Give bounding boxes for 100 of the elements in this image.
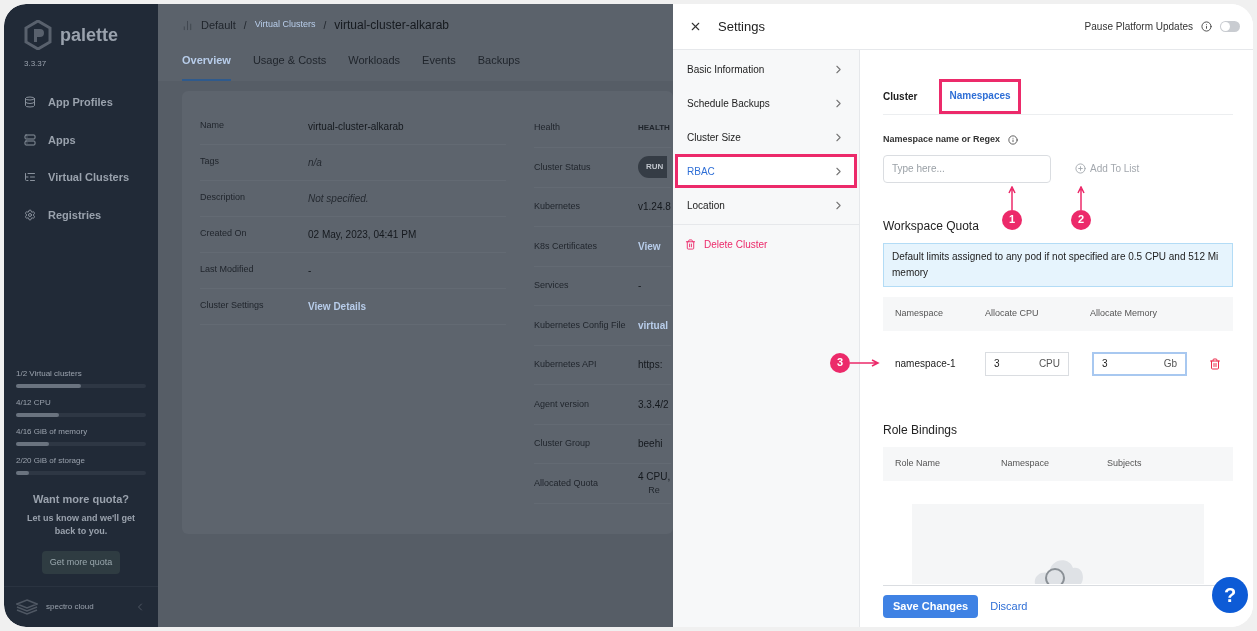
- close-icon[interactable]: [689, 20, 702, 33]
- field-label: Tags: [200, 155, 220, 169]
- column-header: Allocate CPU: [985, 306, 1040, 320]
- server-icon: [24, 133, 36, 146]
- field-label: Created On: [200, 227, 248, 241]
- promo-text: Let us know and we'll get back to you.: [25, 511, 137, 538]
- field-label: Health: [534, 121, 561, 134]
- field-value: https:: [638, 358, 663, 373]
- settings-nav-item[interactable]: Basic Information: [675, 52, 857, 86]
- step-marker: 2: [1071, 209, 1091, 230]
- usage-label: 1/2 Virtual clusters: [16, 368, 82, 380]
- info-note: Default limits assigned to any pod if not specified are 0.5 CPU and 512 Mi memory: [883, 242, 1233, 287]
- tab[interactable]: Namespaces: [939, 79, 1021, 114]
- field-label: Namespace name or Regex: [883, 133, 1001, 146]
- field-link[interactable]: View Details: [308, 298, 367, 314]
- field-label: K8s Certificates: [534, 239, 599, 253]
- logo-icon: [24, 20, 52, 50]
- tab[interactable]: Events: [422, 52, 456, 81]
- version-text: 3.3.37: [24, 58, 47, 70]
- info-icon[interactable]: [1201, 21, 1212, 32]
- field-value: -: [308, 263, 312, 278]
- field-label: Cluster Settings: [200, 299, 265, 313]
- tab[interactable]: Backups: [477, 52, 520, 81]
- settings-nav-item[interactable]: RBAC: [675, 154, 857, 188]
- section-title: Workspace Quota: [883, 217, 979, 235]
- namespace-input[interactable]: Type here...: [883, 154, 1051, 183]
- drawer-title: Settings: [718, 17, 765, 36]
- nav-item[interactable]: Virtual Clusters: [48, 169, 130, 186]
- footer-brand: spectro cloud: [46, 601, 94, 613]
- save-changes-button[interactable]: Save Changes: [883, 595, 979, 618]
- field-value: 3.3.4/2: [638, 397, 669, 412]
- column-header: Role Name: [895, 456, 942, 470]
- field-value: HEALTH: [638, 121, 670, 134]
- delete-cluster-button[interactable]: Delete Cluster: [685, 237, 768, 252]
- arrow-icon: [1008, 185, 1016, 210]
- tab[interactable]: Overview: [182, 52, 231, 81]
- brand-name: palette: [60, 23, 119, 47]
- column-header: Namespace: [1001, 456, 1051, 470]
- column-header: Namespace: [895, 306, 945, 320]
- field-value: -: [638, 279, 642, 294]
- usage-label: 2/20 GiB of storage: [16, 455, 85, 467]
- usage-label: 4/12 CPU: [16, 397, 51, 409]
- field-value: n/a: [308, 155, 322, 170]
- settings-nav-item[interactable]: Schedule Backups: [675, 86, 857, 120]
- section-title: Role Bindings: [883, 421, 958, 439]
- field-label: Description: [200, 191, 247, 205]
- pause-updates-label: Pause Platform Updates: [1084, 20, 1193, 34]
- field-label: Last Modified: [200, 263, 255, 277]
- info-icon[interactable]: [1008, 134, 1019, 145]
- arrow-icon: [1077, 185, 1085, 210]
- field-label: Cluster Status: [534, 160, 592, 174]
- field-link[interactable]: virtual: [638, 317, 668, 333]
- pause-updates-toggle[interactable]: [1220, 21, 1240, 32]
- delete-icon[interactable]: [1209, 357, 1221, 370]
- breadcrumb-link[interactable]: Virtual Clusters: [254, 18, 316, 32]
- gear-icon: [24, 208, 36, 221]
- settings-nav-item[interactable]: Location: [675, 188, 857, 222]
- usage-label: 4/16 GiB of memory: [16, 426, 88, 438]
- tab[interactable]: Workloads: [348, 52, 401, 81]
- trash-icon: [685, 239, 696, 250]
- field-value: 4 CPU,: [638, 470, 671, 484]
- page-title: virtual-cluster-alkarab: [334, 17, 449, 34]
- field-value: 02 May, 2023, 04:41 PM: [308, 227, 417, 242]
- promo-title: Want more quota?: [32, 492, 130, 507]
- nav-item[interactable]: Registries: [48, 206, 102, 223]
- nav-item[interactable]: Apps: [48, 131, 76, 148]
- field-label: Kubernetes API: [534, 358, 598, 371]
- settings-nav-item[interactable]: Cluster Size: [675, 120, 857, 154]
- memory-input[interactable]: 3 Gb: [1092, 351, 1187, 376]
- field-label: Agent version: [534, 397, 591, 411]
- namespace-name: namespace-1: [895, 356, 957, 371]
- cube-logo-icon: [16, 599, 38, 615]
- field-label: Kubernetes Config File: [534, 318, 627, 332]
- cpu-input[interactable]: 3 CPU: [985, 351, 1069, 376]
- help-button[interactable]: ?: [1212, 577, 1248, 613]
- get-more-quota-button[interactable]: Get more quota: [41, 550, 121, 574]
- field-link[interactable]: Re: [648, 484, 660, 498]
- field-value: virtual-cluster-alkarab: [308, 119, 404, 134]
- tab[interactable]: Usage & Costs: [252, 52, 327, 81]
- list-icon: [24, 171, 36, 184]
- field-value: beehi: [638, 437, 663, 452]
- column-header: Subjects: [1107, 456, 1142, 470]
- status-pill: RUN: [638, 156, 668, 179]
- chart-icon: [182, 19, 193, 31]
- database-icon: [24, 96, 36, 109]
- step-marker: 1: [1002, 209, 1022, 230]
- plus-icon: [1075, 163, 1086, 174]
- column-header: Allocate Memory: [1090, 306, 1159, 320]
- nav-item[interactable]: App Profiles: [48, 94, 113, 111]
- breadcrumb-separator: /: [243, 18, 247, 33]
- breadcrumb-link[interactable]: Default: [201, 16, 236, 34]
- field-link[interactable]: View: [638, 238, 661, 254]
- field-label: Allocated Quota: [534, 476, 600, 490]
- arrow-icon: [850, 358, 880, 367]
- field-label: Name: [200, 119, 225, 133]
- field-value: Not specified.: [308, 191, 369, 206]
- breadcrumb-separator: /: [323, 18, 327, 33]
- tab[interactable]: Cluster: [873, 79, 928, 114]
- discard-button[interactable]: Discard: [986, 598, 1032, 615]
- field-label: Kubernetes: [534, 200, 582, 213]
